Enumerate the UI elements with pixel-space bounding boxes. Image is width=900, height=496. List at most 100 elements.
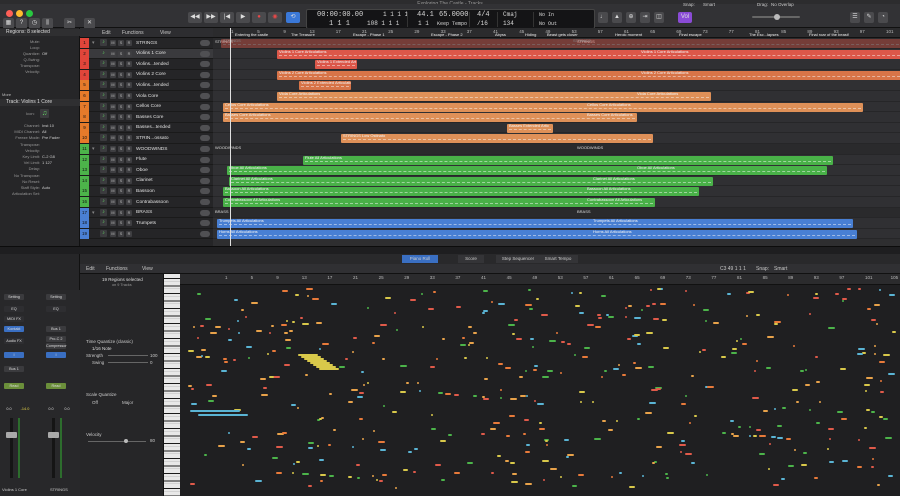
solo-button[interactable]: S xyxy=(118,156,124,163)
solo-button[interactable]: S xyxy=(118,50,124,57)
midi-note[interactable] xyxy=(328,444,331,446)
midi-note[interactable] xyxy=(618,364,620,366)
midi-note[interactable] xyxy=(372,475,374,477)
midi-note[interactable] xyxy=(204,454,207,456)
midi-region[interactable]: Violins 1 Core Articulations Violins 1 Co… xyxy=(277,49,900,59)
solo-button[interactable]: S xyxy=(118,82,124,89)
midi-note[interactable] xyxy=(601,376,603,378)
midi-note[interactable] xyxy=(331,303,337,305)
midi-note[interactable] xyxy=(539,428,545,430)
scale-quantize-off[interactable]: Off xyxy=(92,400,98,405)
midi-note[interactable] xyxy=(561,341,565,343)
midi-note[interactable] xyxy=(483,398,489,400)
midi-note[interactable] xyxy=(260,378,266,380)
midi-note[interactable] xyxy=(395,487,397,489)
midi-note[interactable] xyxy=(865,390,867,392)
midi-note[interactable] xyxy=(773,484,779,486)
time-quantize-value[interactable]: 1/16 Note xyxy=(92,346,112,351)
midi-note[interactable] xyxy=(582,356,588,358)
midi-region[interactable]: Horns All Articulations Horns All Articul… xyxy=(217,229,857,239)
midi-note[interactable] xyxy=(413,471,416,473)
midi-note[interactable] xyxy=(529,308,533,310)
compressor-plugin[interactable]: Compressor xyxy=(46,343,67,349)
midi-note[interactable] xyxy=(526,395,528,397)
lock-icon[interactable]: ◫ xyxy=(654,12,664,23)
midi-note[interactable] xyxy=(532,346,534,348)
midi-note[interactable] xyxy=(197,293,201,295)
midi-region[interactable]: Violins 2 Core Articulations Violins 2 Co… xyxy=(277,70,900,80)
midi-note[interactable] xyxy=(842,298,847,300)
pr-view-menu[interactable]: View xyxy=(142,266,153,272)
solo-button[interactable]: S xyxy=(118,209,124,216)
midi-note[interactable] xyxy=(256,330,262,332)
midi-note[interactable] xyxy=(269,332,271,334)
midi-note[interactable] xyxy=(300,317,303,319)
record-enable-button[interactable]: R xyxy=(126,146,132,152)
midi-note[interactable] xyxy=(842,460,848,462)
midi-note[interactable] xyxy=(813,297,819,299)
solo-button[interactable]: S xyxy=(118,71,124,78)
midi-note[interactable] xyxy=(218,445,225,447)
solo-button[interactable]: S xyxy=(118,146,124,152)
track-row[interactable]: 16 ♪ M S R Contrabassoon xyxy=(80,197,213,208)
out-icon[interactable]: ⇥ xyxy=(640,12,650,23)
midi-note[interactable] xyxy=(662,319,667,321)
list-editors-icon[interactable]: ☰ xyxy=(850,12,860,23)
mute-button[interactable]: M xyxy=(110,124,116,131)
midi-note[interactable] xyxy=(428,308,434,310)
solo-button[interactable]: S xyxy=(118,199,124,205)
midi-note[interactable] xyxy=(500,389,502,391)
instrument-slot[interactable]: I xyxy=(4,352,24,358)
midi-note[interactable] xyxy=(292,321,295,323)
midi-note[interactable] xyxy=(809,313,811,315)
midi-note[interactable] xyxy=(506,435,510,437)
midi-note[interactable] xyxy=(869,447,876,449)
track-row-value[interactable]: 1 127 xyxy=(42,160,52,166)
midi-note[interactable] xyxy=(306,288,313,290)
midi-note[interactable] xyxy=(380,449,386,451)
midi-note[interactable] xyxy=(482,312,485,314)
midi-note[interactable] xyxy=(362,438,364,440)
mute-button[interactable]: M xyxy=(110,40,116,46)
midi-note[interactable] xyxy=(705,320,707,322)
midi-note[interactable] xyxy=(246,346,252,348)
midi-note[interactable] xyxy=(261,394,268,396)
midi-note[interactable] xyxy=(210,332,217,334)
eq-button[interactable]: EQ xyxy=(4,306,24,312)
midi-note[interactable] xyxy=(792,389,798,391)
solo-button[interactable]: S xyxy=(118,114,124,121)
midi-note[interactable] xyxy=(448,434,452,436)
midi-note[interactable] xyxy=(512,473,517,475)
midi-note[interactable] xyxy=(649,402,656,404)
play-icon[interactable]: ▶ xyxy=(236,12,250,23)
solo-button[interactable]: S xyxy=(118,177,124,184)
midi-region[interactable]: Violins 2 Extended Articulation xyxy=(299,81,351,91)
midi-note[interactable] xyxy=(645,412,652,414)
midi-note[interactable] xyxy=(462,337,465,339)
midi-note[interactable] xyxy=(372,342,375,344)
midi-note[interactable] xyxy=(296,461,300,463)
midi-note[interactable] xyxy=(768,468,770,470)
midi-note[interactable] xyxy=(291,404,296,406)
midi-note[interactable] xyxy=(691,462,695,464)
midi-region[interactable]: Cellos Core Articulations Cellos Core Art… xyxy=(223,102,863,112)
tab-smart-tempo[interactable]: Smart Tempo xyxy=(538,255,578,263)
piano-keyboard[interactable] xyxy=(164,274,180,496)
midi-note[interactable] xyxy=(329,475,334,477)
midi-note[interactable] xyxy=(871,319,876,321)
volume-slider[interactable] xyxy=(200,40,210,46)
record-enable-button[interactable]: R xyxy=(126,188,132,195)
midi-note[interactable] xyxy=(666,477,669,479)
midi-note[interactable] xyxy=(379,480,383,482)
mute-button[interactable]: M xyxy=(110,61,116,68)
midi-note[interactable] xyxy=(625,307,627,309)
midi-note[interactable] xyxy=(247,448,251,450)
midi-note[interactable] xyxy=(348,476,352,478)
replace-record-icon[interactable]: ◉ xyxy=(268,12,282,23)
piano-roll-grid[interactable]: 1 5 9 13 17 21 25 29 33 37 41 45 49 53 57 61 65 69 73 77 81 8… xyxy=(180,274,900,496)
automation-read[interactable]: Read xyxy=(4,383,24,389)
midi-note[interactable] xyxy=(879,361,885,363)
midi-note[interactable] xyxy=(421,293,423,295)
midi-note[interactable] xyxy=(410,299,416,301)
midi-note[interactable] xyxy=(800,370,804,372)
